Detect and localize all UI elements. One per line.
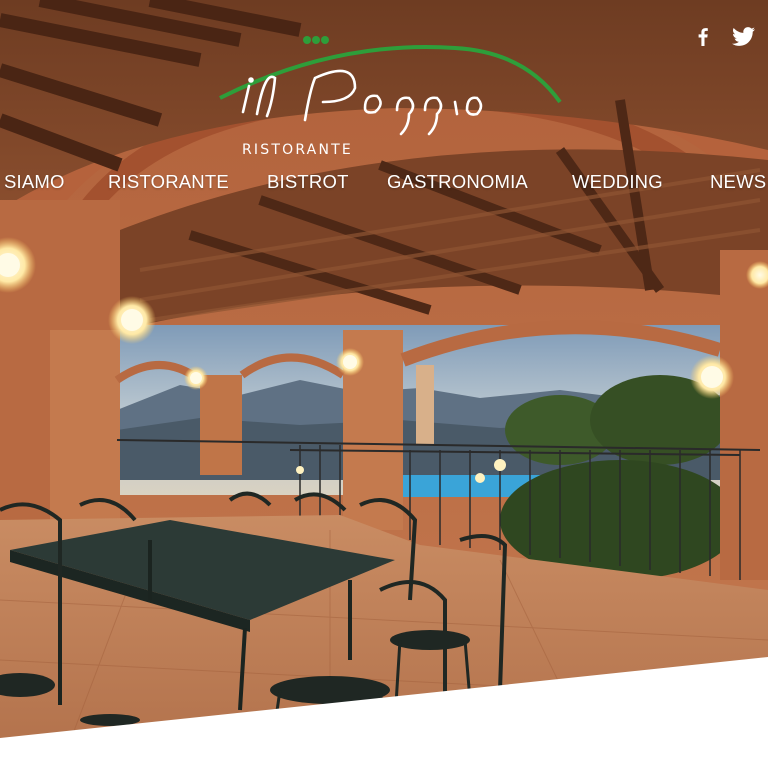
nav-item-bistrot[interactable]: BISTROT [267, 171, 349, 193]
nav-item-siamo[interactable]: SIAMO [4, 171, 65, 193]
main-navigation: SIAMO RISTORANTE BISTROT GASTRONOMIA WED… [0, 171, 768, 195]
hero-section: RISTORANTE SIAMO RISTORANTE BISTROT GAST… [0, 0, 768, 768]
facebook-icon[interactable] [692, 25, 714, 47]
nav-item-news[interactable]: NEWS [710, 171, 766, 193]
nav-item-gastronomia[interactable]: GASTRONOMIA [387, 171, 528, 193]
nav-item-ristorante[interactable]: RISTORANTE [108, 171, 229, 193]
brand-logo[interactable]: RISTORANTE [215, 30, 565, 158]
logo-script-mark [219, 36, 562, 136]
social-links [692, 25, 755, 47]
twitter-icon[interactable] [732, 25, 755, 47]
logo-subtitle: RISTORANTE [242, 142, 353, 158]
nav-item-wedding[interactable]: WEDDING [572, 171, 663, 193]
